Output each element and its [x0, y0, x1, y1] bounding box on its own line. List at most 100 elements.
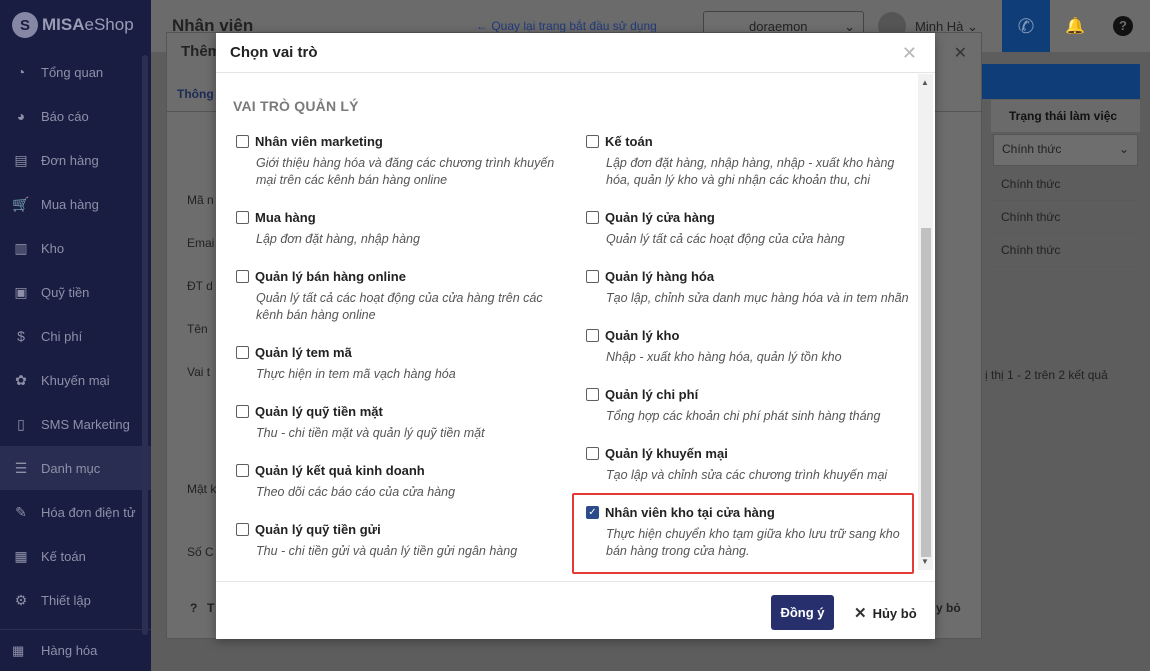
sidebar-item-4[interactable]: ▥ Kho — [0, 226, 151, 270]
role-option[interactable]: Quản lý cửa hàng Quản lý tất cả các hoạt … — [586, 210, 916, 248]
help-icon[interactable]: ? — [1113, 16, 1133, 36]
role-option[interactable]: Quản lý kho Nhập - xuất kho hàng hóa, quả… — [586, 328, 916, 366]
role-name: Quản lý hàng hóa — [605, 269, 715, 284]
sidebar-item-0[interactable]: ◔ Tổng quan — [0, 50, 151, 94]
bg-field-label: Số C — [187, 545, 214, 559]
role-option[interactable]: Quản lý quỹ tiền mặt Thu - chi tiền mặt v… — [236, 404, 566, 442]
logo[interactable]: S MISA eShop — [0, 0, 151, 50]
checkbox[interactable] — [586, 211, 599, 224]
checkbox[interactable] — [586, 447, 599, 460]
phone-icon: ✆ — [1017, 15, 1035, 38]
role-name: Quản lý quỹ tiền gửi — [255, 522, 381, 537]
role-option[interactable]: Mua hàng Lập đơn đặt hàng, nhập hàng — [236, 210, 566, 248]
cancel-label: Hủy bỏ — [872, 606, 917, 621]
checkbox[interactable] — [236, 211, 249, 224]
role-option[interactable]: Quản lý kết quả kinh doanh Theo dõi các b… — [236, 463, 566, 501]
sidebar-scrollbar[interactable] — [142, 55, 148, 635]
sidebar-item-2[interactable]: ▤ Đơn hàng — [0, 138, 151, 182]
checkbox[interactable] — [236, 523, 249, 536]
phone-button[interactable]: ✆ — [1002, 0, 1050, 52]
sidebar-item-label: Mua hàng — [41, 196, 99, 212]
sidebar-item-7[interactable]: ✿ Khuyến mại — [0, 358, 151, 402]
close-icon[interactable]: ✕ — [954, 43, 967, 63]
checkbox[interactable] — [236, 346, 249, 359]
box-icon: ▦ — [12, 642, 25, 658]
sidebar-item-6[interactable]: $ Chi phí — [0, 314, 151, 358]
role-row: Quản lý bán hàng online — [236, 269, 566, 284]
role-name: Quản lý tem mã — [255, 345, 352, 360]
sidebar-item-label: Danh mục — [41, 460, 101, 476]
role-name: Quản lý cửa hàng — [605, 210, 715, 225]
sidebar-item-5[interactable]: ▣ Quỹ tiền — [0, 270, 151, 314]
sidebar-item-11[interactable]: ▦ Kế toán — [0, 534, 151, 578]
role-description: Theo dõi các báo cáo của cửa hàng — [256, 485, 456, 499]
bg-footer-text: T — [207, 601, 215, 615]
role-name: Quản lý bán hàng online — [255, 269, 406, 284]
modal-body: VAI TRÒ QUẢN LÝ Nhân viên marketing Giới … — [216, 74, 935, 581]
modal-scrollbar[interactable]: ▲ ▼ — [918, 74, 933, 570]
cancel-button[interactable]: ✕ Hủy bỏ — [854, 604, 917, 622]
checkbox[interactable] — [236, 135, 249, 148]
close-icon[interactable]: ✕ — [902, 43, 917, 64]
role-description: Tạo lập, chỉnh sửa danh mục hàng hóa và … — [606, 291, 909, 305]
checkbox[interactable] — [586, 135, 599, 148]
back-link[interactable]: ← Quay lại trang bắt đầu sử dụng — [476, 19, 657, 33]
modal-footer: Đồng ý ✕ Hủy bỏ — [216, 581, 935, 639]
role-row: Quản lý hàng hóa — [586, 269, 916, 284]
checkbox[interactable] — [586, 329, 599, 342]
role-description: Thu - chi tiền mặt và quản lý quỹ tiền m… — [256, 426, 485, 440]
role-name: Quản lý chi phí — [605, 387, 699, 402]
role-option[interactable]: Quản lý tem mã Thực hiện in tem mã vạch h… — [236, 345, 566, 383]
checkbox[interactable] — [236, 270, 249, 283]
choose-role-modal: Chọn vai trò ✕ VAI TRÒ QUẢN LÝ Nhân viên… — [216, 33, 935, 639]
role-row: Quản lý chi phí — [586, 387, 916, 402]
table-row[interactable]: Chính thức — [991, 201, 1140, 234]
bg-field-label: Mã n — [187, 193, 214, 207]
sidebar-item-10[interactable]: ✎ Hóa đơn điện tử — [0, 490, 151, 534]
role-row: Quản lý quỹ tiền mặt — [236, 404, 566, 419]
tab-thong-tin[interactable]: Thông — [177, 87, 214, 101]
checkbox[interactable] — [586, 388, 599, 401]
role-option[interactable]: Quản lý bán hàng online Quản lý tất cả cá… — [236, 269, 566, 324]
scroll-thumb[interactable] — [921, 228, 931, 557]
role-option[interactable]: Quản lý hàng hóa Tạo lập, chỉnh sửa danh … — [586, 269, 916, 307]
bell-icon[interactable]: 🔔 — [1065, 16, 1085, 36]
modal-title: Chọn vai trò — [230, 44, 318, 61]
role-option[interactable]: Quản lý chi phí Tổng hợp các khoản chi ph… — [586, 387, 916, 425]
sidebar-item-3[interactable]: 🛒 Mua hàng — [0, 182, 151, 226]
role-description: Quản lý tất cả các hoạt động của cửa hàn… — [256, 291, 543, 322]
misa-logo-icon: S — [12, 12, 38, 38]
bg-field-label: Mật k — [187, 482, 217, 496]
role-row: Quản lý quỹ tiền gửi — [236, 522, 566, 537]
role-option[interactable]: Quản lý quỹ tiền gửi Thu - chi tiền gửi v… — [236, 522, 566, 560]
money-icon: $ — [17, 328, 25, 344]
logo-light: eShop — [84, 15, 134, 34]
table-row[interactable]: Chính thức — [991, 234, 1140, 267]
role-description: Lập đơn đặt hàng, nhập hàng — [256, 232, 420, 246]
role-row: Quản lý kho — [586, 328, 916, 343]
role-name: Quản lý khuyến mại — [605, 446, 728, 461]
sidebar-item-8[interactable]: ▯ SMS Marketing — [0, 402, 151, 446]
bg-field-label: Emai — [187, 236, 215, 250]
checkbox[interactable] — [236, 464, 249, 477]
list-icon: ☰ — [14, 459, 28, 476]
sidebar-item-1[interactable]: ◕ Báo cáo — [0, 94, 151, 138]
scroll-down-icon[interactable]: ▼ — [921, 557, 929, 566]
background-dialog-title: Thêm — [181, 43, 222, 60]
role-option[interactable]: Quản lý khuyến mại Tạo lập và chỉnh sửa c… — [586, 446, 916, 484]
role-option[interactable]: Kế toán Lập đơn đặt hàng, nhập hàng, nhập… — [586, 134, 916, 189]
bg-table-header-bar — [982, 64, 1140, 99]
sidebar-item-hang-hoa[interactable]: ▦ Hàng hóa — [0, 629, 151, 671]
invoice-icon: ✎ — [15, 503, 27, 520]
sidebar-item-label: Quỹ tiền — [41, 284, 90, 300]
checkbox[interactable] — [236, 405, 249, 418]
scroll-up-icon[interactable]: ▲ — [921, 78, 929, 87]
agree-button[interactable]: Đồng ý — [771, 595, 834, 630]
role-name: Mua hàng — [255, 210, 316, 225]
status-filter-select[interactable]: Chính thức ⌄ — [993, 134, 1138, 166]
sidebar-item-9[interactable]: ☰ Danh mục — [0, 446, 151, 490]
sidebar-item-12[interactable]: ⚙ Thiết lập — [0, 578, 151, 622]
checkbox[interactable] — [586, 270, 599, 283]
role-option[interactable]: Nhân viên marketing Giới thiệu hàng hóa v… — [236, 134, 566, 189]
table-row[interactable]: Chính thức — [991, 168, 1140, 201]
